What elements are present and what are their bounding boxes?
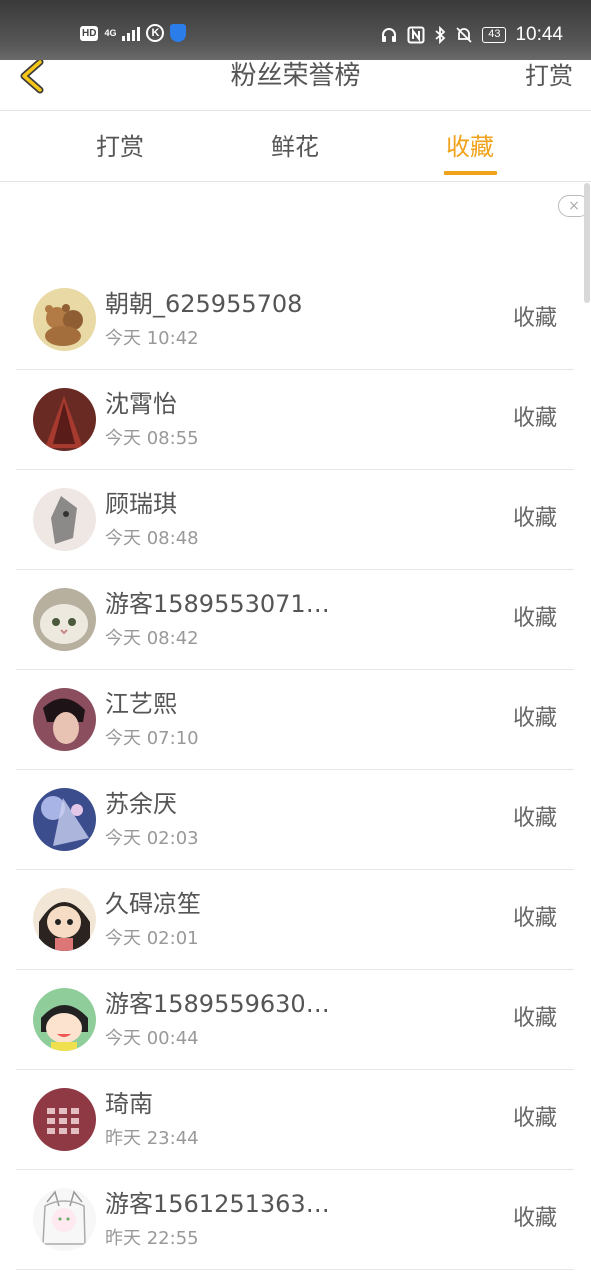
list-item[interactable]: 游客1589553071… 今天 08:42 收藏 — [0, 570, 591, 670]
k-app-icon: K — [146, 24, 165, 42]
status-left-icons: HD 4G K — [80, 24, 187, 42]
timestamp: 今天 07:10 — [105, 728, 199, 749]
tab-flowers[interactable]: 鲜花 — [245, 131, 345, 163]
status-right-icons: 43 10:44 — [380, 24, 563, 46]
text-avatar[interactable] — [33, 1088, 96, 1151]
favorite-action-label: 收藏 — [512, 406, 557, 431]
list-item[interactable]: 游客1561251363… 昨天 22:55 收藏 — [0, 1170, 591, 1270]
timestamp: 今天 02:03 — [105, 828, 199, 849]
user-name: 沈霄怡 — [105, 390, 177, 418]
timestamp: 今天 08:48 — [105, 528, 199, 549]
headphones-icon — [382, 28, 397, 42]
active-tab-indicator — [444, 171, 497, 175]
favorite-action-label: 收藏 — [512, 506, 557, 531]
portrait-avatar[interactable] — [33, 688, 96, 751]
anime-sketch-avatar[interactable] — [33, 1188, 96, 1251]
tabs-divider — [0, 181, 591, 182]
favorite-action-label: 收藏 — [512, 606, 557, 631]
favorite-action-label: 收藏 — [512, 706, 557, 731]
favorite-action-label: 收藏 — [512, 1006, 557, 1031]
user-name: 江艺熙 — [105, 690, 177, 718]
reward-button[interactable]: 打赏 — [525, 60, 573, 92]
user-name: 琦南 — [105, 1090, 153, 1118]
user-name: 久碍凉笙 — [105, 890, 201, 918]
user-name: 游客1561251363… — [105, 1190, 330, 1218]
status-bar: HD 4G K 43 10:44 — [0, 0, 591, 60]
tab-reward[interactable]: 打赏 — [70, 131, 170, 163]
timestamp: 今天 10:42 — [105, 328, 199, 349]
cartoon-girl-avatar[interactable] — [33, 888, 96, 951]
cat-sketch-avatar[interactable] — [33, 488, 96, 551]
timestamp: 昨天 22:55 — [105, 1228, 199, 1249]
shield-icon — [170, 24, 187, 42]
favorite-action-label: 收藏 — [512, 1106, 557, 1131]
timestamp: 今天 08:42 — [105, 628, 199, 649]
network-type-label: 4G — [104, 27, 117, 38]
white-cat-avatar[interactable] — [33, 588, 96, 651]
signal-icon — [122, 25, 141, 41]
maruko-avatar[interactable] — [33, 988, 96, 1051]
list-item[interactable]: 顾瑞琪今天 08:48 收藏 — [0, 470, 591, 570]
clock: 10:44 — [515, 24, 563, 45]
timestamp: 昨天 23:44 — [105, 1128, 199, 1149]
list-item[interactable]: 朝朝_625955708 今天 10:42 收藏 — [0, 270, 591, 370]
user-name: 游客1589553071… — [105, 590, 330, 618]
hd-icon: HD — [80, 25, 99, 41]
mute-bell-icon — [456, 27, 472, 43]
nfc-icon — [407, 26, 425, 44]
timestamp: 今天 02:01 — [105, 928, 199, 949]
list-item[interactable]: 琦南昨天 23:44 收藏 — [0, 1070, 591, 1170]
list-item[interactable]: 久碍凉笙今天 02:01 收藏 — [0, 870, 591, 970]
title-bar: 粉丝荣誉榜 打赏 — [0, 60, 591, 110]
timestamp: 今天 00:44 — [105, 1028, 199, 1049]
blue-art-avatar[interactable] — [33, 788, 96, 851]
favorite-action-label: 收藏 — [512, 906, 557, 931]
page-title: 粉丝荣誉榜 — [230, 61, 361, 91]
user-name: 顾瑞琪 — [105, 490, 177, 518]
bluetooth-icon — [435, 26, 446, 44]
user-name: 苏余厌 — [105, 790, 177, 818]
fan-list: 朝朝_625955708 今天 10:42 收藏 沈霄怡 今天 08:55 收藏 顾瑞琪 今天… — [0, 270, 591, 1270]
tab-bar: 打赏 鲜花 收藏 — [0, 111, 591, 181]
user-name: 朝朝_625955708 — [105, 290, 303, 318]
favorite-action-label: 收藏 — [512, 806, 557, 831]
user-name: 游客1589559630… — [105, 990, 330, 1018]
list-item[interactable]: 苏余厌今天 02:03 收藏 — [0, 770, 591, 870]
row-divider — [16, 1269, 574, 1270]
timestamp: 今天 08:55 — [105, 428, 199, 449]
list-item[interactable]: 沈霄怡今天 08:55 收藏 — [0, 370, 591, 470]
list-item[interactable]: 江艺熙今天 07:10 收藏 — [0, 670, 591, 770]
battery-icon: 43 — [482, 27, 507, 43]
list-item[interactable]: 游客1589559630… 今天 00:44 收藏 — [0, 970, 591, 1070]
favorite-action-label: 收藏 — [512, 1206, 557, 1231]
red-hood-avatar[interactable] — [33, 388, 96, 451]
teddy-bear-avatar[interactable] — [33, 288, 96, 351]
tab-favorites[interactable]: 收藏 — [420, 131, 520, 163]
favorite-action-label: 收藏 — [512, 306, 557, 331]
